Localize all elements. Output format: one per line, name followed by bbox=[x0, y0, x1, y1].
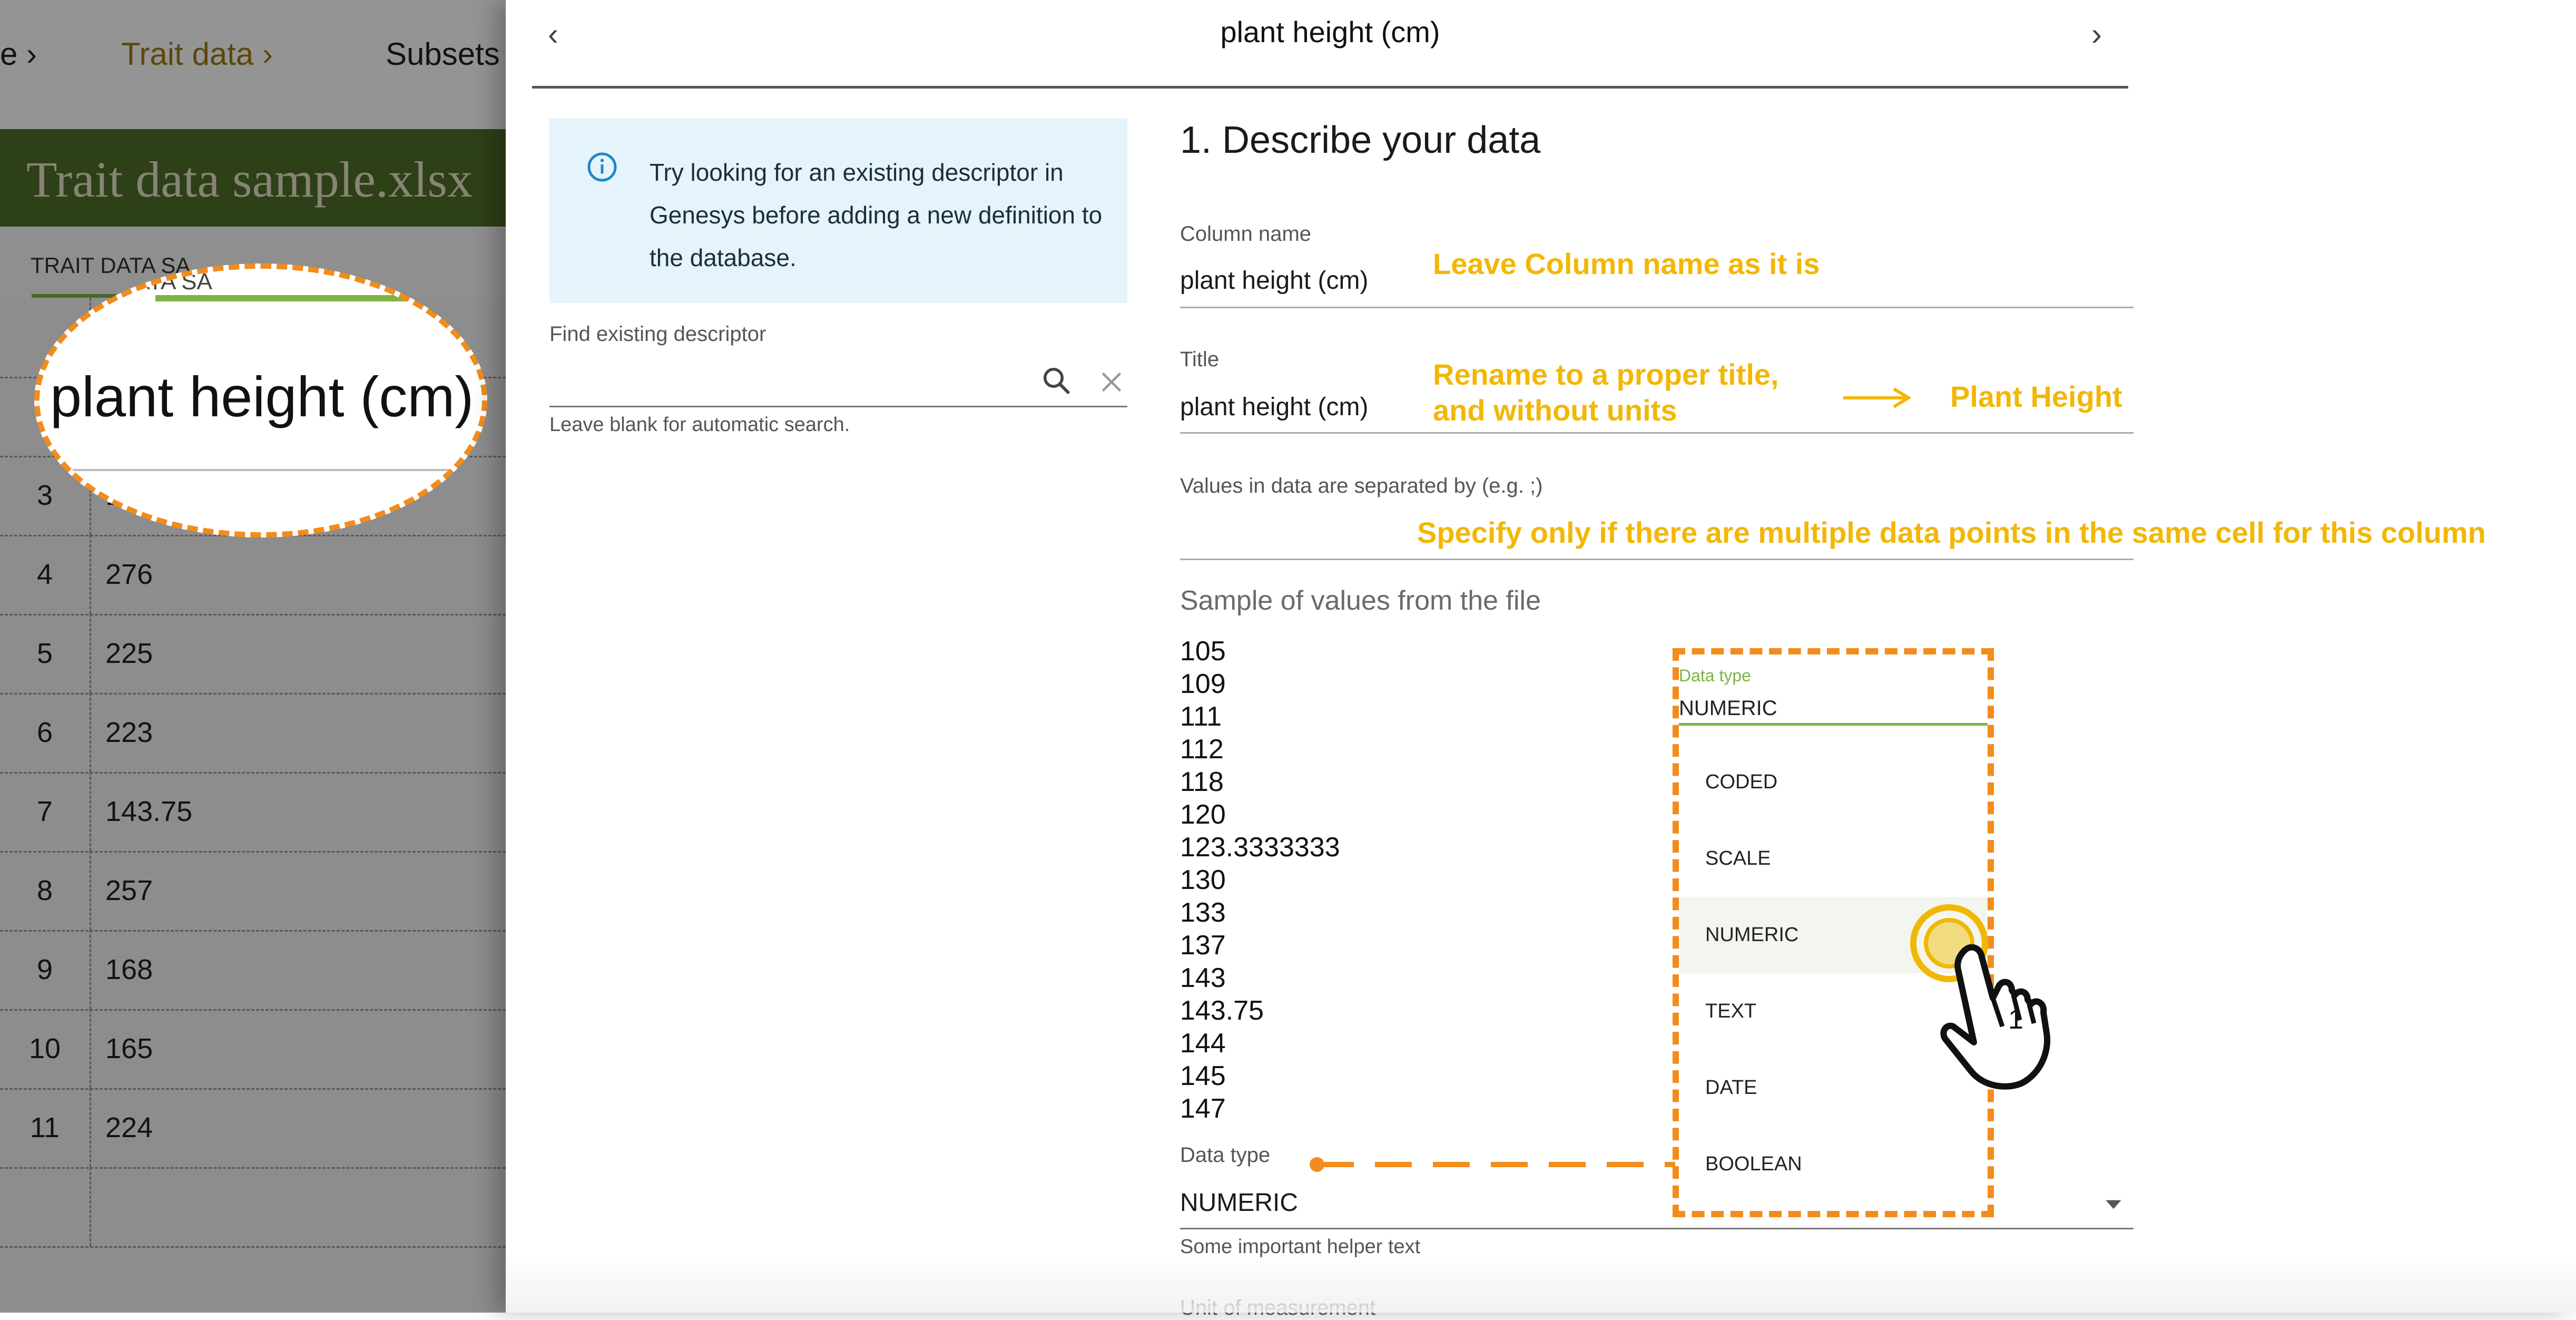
title-label: Title bbox=[1180, 348, 1220, 371]
separator-annotation: Specify only if there are multiple data … bbox=[1417, 516, 2486, 549]
section-title: 1. Describe your data bbox=[1180, 119, 1541, 161]
magnified-tab-indicator bbox=[155, 295, 440, 301]
magnified-column-header: plant height (cm) bbox=[50, 365, 474, 428]
info-icon bbox=[587, 152, 617, 182]
backdrop-overlay[interactable] bbox=[0, 0, 506, 1313]
background-page: e › Trait data › Subsets Trait data samp… bbox=[0, 0, 506, 1313]
descriptor-drawer: ‹ › plant height (cm) Try looking for an… bbox=[506, 0, 2576, 1319]
sample-value: 105 bbox=[1180, 636, 1226, 667]
sample-value: 109 bbox=[1180, 669, 1226, 699]
sample-value: 112 bbox=[1180, 734, 1224, 765]
title-field[interactable]: plant height (cm) bbox=[1180, 393, 1369, 422]
sample-value: 143.75 bbox=[1180, 995, 1264, 1026]
drawer-title: plant height (cm) bbox=[1220, 15, 1440, 48]
option-coded[interactable]: CODED bbox=[1679, 744, 1988, 820]
option-label: TEXT bbox=[1705, 1000, 1757, 1022]
option-label: BOOLEAN bbox=[1705, 1153, 1802, 1175]
bottom-fade bbox=[506, 1254, 2576, 1313]
info-box: Try looking for an existing descriptor i… bbox=[549, 119, 1127, 303]
sample-heading: Sample of values from the file bbox=[1180, 585, 1541, 616]
title-annotation-line2: and without units bbox=[1433, 394, 1677, 427]
find-descriptor-helper: Leave blank for automatic search. bbox=[549, 414, 850, 436]
option-label: DATE bbox=[1705, 1077, 1757, 1099]
magnifier-callout: TRAIT DATA SA plant height (cm) bbox=[34, 263, 487, 537]
option-boolean[interactable]: BOOLEAN bbox=[1679, 1126, 1988, 1202]
arrow-right-icon bbox=[1843, 387, 1912, 408]
column-name-underline bbox=[1180, 307, 2133, 308]
column-name-field[interactable]: plant height (cm) bbox=[1180, 266, 1369, 295]
sample-value: 130 bbox=[1180, 865, 1226, 895]
data-type-underline bbox=[1180, 1228, 2133, 1229]
sample-value: 118 bbox=[1180, 767, 1224, 797]
sample-value: 145 bbox=[1180, 1061, 1226, 1091]
option-scale[interactable]: SCALE bbox=[1679, 820, 1988, 897]
option-label: SCALE bbox=[1705, 847, 1771, 869]
sample-value: 143 bbox=[1180, 963, 1226, 993]
sample-value: 144 bbox=[1180, 1028, 1226, 1059]
column-name-label: Column name bbox=[1180, 222, 1312, 246]
find-descriptor-input[interactable] bbox=[549, 358, 1026, 391]
sample-value: 133 bbox=[1180, 897, 1226, 928]
title-annotation-line1: Rename to a proper title, bbox=[1433, 358, 1779, 391]
title-new-value-annotation: Plant Height bbox=[1950, 380, 2122, 413]
dropdown-focus-line bbox=[1679, 723, 1988, 726]
close-icon[interactable] bbox=[1098, 369, 1125, 395]
info-text: Try looking for an existing descriptor i… bbox=[650, 159, 1103, 271]
separator-underline bbox=[1180, 559, 2133, 560]
option-label: CODED bbox=[1705, 771, 1778, 793]
dropdown-current-value[interactable]: NUMERIC bbox=[1679, 697, 1777, 720]
sample-value: 111 bbox=[1180, 701, 1222, 732]
sample-value: 147 bbox=[1180, 1093, 1226, 1124]
dropdown-arrow-icon[interactable] bbox=[2102, 1196, 2125, 1212]
dropdown-label: Data type bbox=[1679, 666, 1751, 685]
find-descriptor-label: Find existing descriptor bbox=[549, 322, 766, 346]
column-name-annotation: Leave Column name as it is bbox=[1433, 247, 1820, 280]
data-type-label: Data type bbox=[1180, 1143, 1271, 1167]
sample-value: 137 bbox=[1180, 930, 1226, 961]
magnified-divider bbox=[40, 469, 482, 471]
callout-connector bbox=[1310, 1157, 1675, 1172]
data-type-select[interactable]: NUMERIC bbox=[1180, 1188, 1298, 1217]
search-icon[interactable] bbox=[1040, 365, 1072, 396]
sample-values-list: 105 109 111 112 118 120 123.3333333 130 … bbox=[1180, 635, 1340, 1125]
separator-label: Values in data are separated by (e.g. ;) bbox=[1180, 474, 1543, 497]
sample-value: 120 bbox=[1180, 799, 1226, 830]
sample-value: 123.3333333 bbox=[1180, 832, 1340, 863]
magnified-tab-label: TRAIT DATA SA bbox=[45, 269, 212, 295]
title-underline bbox=[1180, 432, 2133, 434]
find-descriptor-underline bbox=[549, 406, 1127, 407]
click-step-number: 1 bbox=[2008, 1004, 2023, 1035]
option-label: NUMERIC bbox=[1705, 924, 1799, 946]
